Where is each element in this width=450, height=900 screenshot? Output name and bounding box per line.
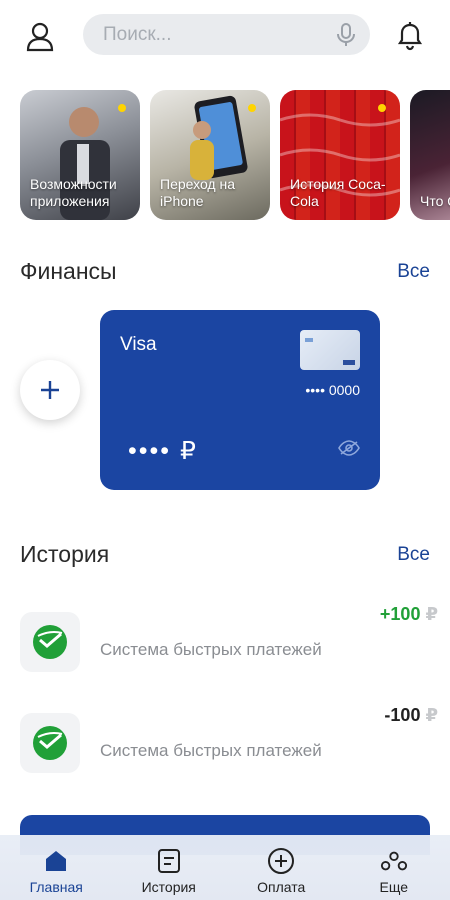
tab-label: История	[141, 879, 196, 895]
stories-carousel[interactable]: Возможности приложения Переход на iPhone…	[20, 90, 450, 220]
transaction-name: Система быстрых платежей	[100, 640, 322, 659]
transaction-name: Система быстрых платежей	[100, 741, 322, 760]
transaction-amount: -100 ₽	[384, 705, 438, 725]
story-label: История Coca-Cola	[290, 176, 386, 209]
tab-label: Оплата	[257, 879, 306, 895]
story-card[interactable]: Возможности приложения	[20, 90, 140, 220]
finances-all-link[interactable]: Все	[397, 261, 430, 283]
bank-card[interactable]: Visa •••• 0000 •••• ₽	[100, 310, 380, 490]
story-label: Переход на iPhone	[160, 176, 236, 209]
card-brand: Visa	[120, 334, 157, 355]
unread-dot	[248, 104, 256, 112]
top-bar	[0, 14, 450, 56]
card-masked-number: •••• 0000	[305, 382, 360, 398]
story-label: Что QR-к	[420, 193, 450, 209]
story-label: Возможности приложения	[30, 176, 117, 209]
story-card[interactable]: История Coca-Cola	[280, 90, 400, 220]
notification-bell-icon[interactable]	[392, 18, 428, 54]
tab-history[interactable]: История	[113, 835, 226, 900]
tab-more[interactable]: Еще	[338, 835, 450, 900]
transaction-row[interactable]: Система быстрых платежей +100 ₽	[0, 604, 450, 682]
unread-dot	[378, 104, 386, 112]
hide-balance-eye-icon[interactable]	[338, 440, 360, 456]
payment-plus-icon	[267, 847, 295, 875]
search-bar	[83, 14, 370, 55]
more-icon	[380, 847, 408, 875]
card-thumbnail-icon	[300, 330, 360, 370]
card-balance: •••• ₽	[128, 437, 198, 465]
transaction-amount: +100 ₽	[379, 604, 438, 624]
tab-label: Главная	[29, 879, 83, 895]
finances-title: Финансы	[20, 258, 117, 284]
sber-logo-icon	[20, 713, 80, 773]
microphone-icon[interactable]	[336, 23, 356, 47]
tab-payment[interactable]: Оплата	[225, 835, 338, 900]
add-card-button[interactable]	[20, 360, 80, 420]
story-card[interactable]: Переход на iPhone	[150, 90, 270, 220]
home-icon	[42, 847, 70, 875]
unread-dot	[118, 104, 126, 112]
search-input[interactable]	[103, 14, 323, 55]
profile-icon[interactable]	[22, 20, 58, 54]
plus-icon	[41, 381, 59, 399]
tab-home[interactable]: Главная	[0, 835, 113, 900]
tab-label: Еще	[379, 879, 409, 895]
bottom-tab-bar: Главная История Оплата Еще	[0, 835, 450, 900]
sber-logo-icon	[20, 612, 80, 672]
history-all-link[interactable]: Все	[397, 544, 430, 566]
story-card[interactable]: Что QR-к	[410, 90, 450, 220]
history-icon	[155, 847, 183, 875]
transaction-row[interactable]: Система быстрых платежей -100 ₽	[0, 705, 450, 783]
history-title: История	[20, 541, 110, 567]
